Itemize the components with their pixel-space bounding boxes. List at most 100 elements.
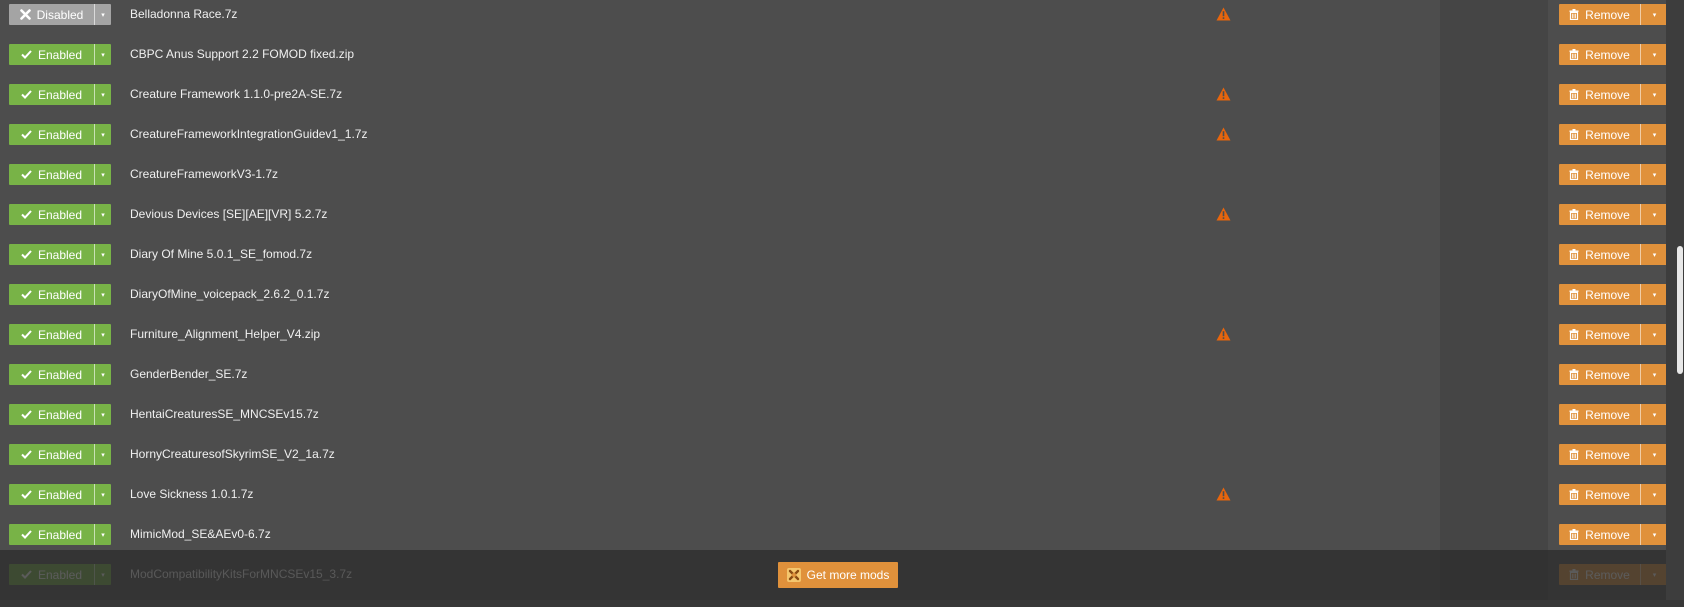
enabled-toggle-button[interactable]: Enabled ▾ xyxy=(9,284,111,305)
warning-icon[interactable] xyxy=(1216,207,1231,221)
remove-dropdown-caret[interactable]: ▾ xyxy=(1641,44,1668,65)
warning-icon[interactable] xyxy=(1216,327,1231,341)
status-dropdown-caret[interactable]: ▾ xyxy=(95,244,111,265)
remove-button[interactable]: Remove ▾ xyxy=(1559,84,1668,105)
mod-row[interactable]: Enabled ▾ HornyCreaturesofSkyrimSE_V2_1a… xyxy=(0,434,1668,474)
remove-action[interactable]: Remove xyxy=(1559,404,1640,425)
remove-dropdown-caret[interactable]: ▾ xyxy=(1641,404,1668,425)
status-toggle[interactable]: Enabled xyxy=(9,164,94,185)
remove-button[interactable]: Remove ▾ xyxy=(1559,444,1668,465)
remove-action[interactable]: Remove xyxy=(1559,364,1640,385)
remove-dropdown-caret[interactable]: ▾ xyxy=(1641,484,1668,505)
mod-row[interactable]: Enabled ▾ CreatureFrameworkIntegrationGu… xyxy=(0,114,1668,154)
enabled-toggle-button[interactable]: Enabled ▾ xyxy=(9,244,111,265)
remove-button[interactable]: Remove ▾ xyxy=(1559,364,1668,385)
warning-icon[interactable] xyxy=(1216,7,1231,21)
enabled-toggle-button[interactable]: Enabled ▾ xyxy=(9,324,111,345)
mod-row[interactable]: Enabled ▾ CBPC Anus Support 2.2 FOMOD fi… xyxy=(0,34,1668,74)
status-toggle[interactable]: Enabled xyxy=(9,124,94,145)
status-dropdown-caret[interactable]: ▾ xyxy=(95,484,111,505)
remove-button[interactable]: Remove ▾ xyxy=(1559,164,1668,185)
status-toggle[interactable]: Enabled xyxy=(9,484,94,505)
status-dropdown-caret[interactable]: ▾ xyxy=(95,364,111,385)
remove-action[interactable]: Remove xyxy=(1559,204,1640,225)
status-dropdown-caret[interactable]: ▾ xyxy=(95,284,111,305)
status-dropdown-caret[interactable]: ▾ xyxy=(95,164,111,185)
status-toggle[interactable]: Enabled xyxy=(9,44,94,65)
enabled-toggle-button[interactable]: Enabled ▾ xyxy=(9,84,111,105)
remove-action[interactable]: Remove xyxy=(1559,284,1640,305)
remove-action[interactable]: Remove xyxy=(1559,124,1640,145)
warning-icon[interactable] xyxy=(1216,87,1231,101)
status-dropdown-caret[interactable]: ▾ xyxy=(95,44,111,65)
remove-action[interactable]: Remove xyxy=(1559,444,1640,465)
status-toggle[interactable]: Enabled xyxy=(9,364,94,385)
remove-action[interactable]: Remove xyxy=(1559,324,1640,345)
warning-icon[interactable] xyxy=(1216,127,1231,141)
remove-dropdown-caret[interactable]: ▾ xyxy=(1641,324,1668,345)
remove-action[interactable]: Remove xyxy=(1559,164,1640,185)
remove-action[interactable]: Remove xyxy=(1559,524,1640,545)
get-more-mods-button[interactable]: Get more mods xyxy=(778,562,898,588)
status-dropdown-caret[interactable]: ▾ xyxy=(95,404,111,425)
enabled-toggle-button[interactable]: Enabled ▾ xyxy=(9,204,111,225)
remove-action[interactable]: Remove xyxy=(1559,484,1640,505)
scrollbar-thumb[interactable] xyxy=(1677,246,1683,374)
remove-button[interactable]: Remove ▾ xyxy=(1559,324,1668,345)
status-toggle[interactable]: Enabled xyxy=(9,444,94,465)
remove-button[interactable]: Remove ▾ xyxy=(1559,124,1668,145)
enabled-toggle-button[interactable]: Enabled ▾ xyxy=(9,124,111,145)
mod-row[interactable]: Enabled ▾ Diary Of Mine 5.0.1_SE_fomod.7… xyxy=(0,234,1668,274)
status-dropdown-caret[interactable]: ▾ xyxy=(95,444,111,465)
remove-button[interactable]: Remove ▾ xyxy=(1559,404,1668,425)
status-toggle[interactable]: Enabled xyxy=(9,284,94,305)
enabled-toggle-button[interactable]: Enabled ▾ xyxy=(9,404,111,425)
remove-dropdown-caret[interactable]: ▾ xyxy=(1641,524,1668,545)
remove-dropdown-caret[interactable]: ▾ xyxy=(1641,204,1668,225)
disabled-toggle-button[interactable]: Disabled ▾ xyxy=(9,4,111,25)
status-dropdown-caret[interactable]: ▾ xyxy=(95,204,111,225)
mod-row[interactable]: Enabled ▾ HentaiCreaturesSE_MNCSEv15.7z … xyxy=(0,394,1668,434)
warning-icon[interactable] xyxy=(1216,487,1231,501)
status-toggle[interactable]: Disabled xyxy=(9,4,94,25)
enabled-toggle-button[interactable]: Enabled ▾ xyxy=(9,524,111,545)
remove-dropdown-caret[interactable]: ▾ xyxy=(1641,284,1668,305)
enabled-toggle-button[interactable]: Enabled ▾ xyxy=(9,444,111,465)
status-dropdown-caret[interactable]: ▾ xyxy=(95,124,111,145)
status-toggle[interactable]: Enabled xyxy=(9,524,94,545)
status-toggle[interactable]: Enabled xyxy=(9,324,94,345)
remove-button[interactable]: Remove ▾ xyxy=(1559,524,1668,545)
remove-dropdown-caret[interactable]: ▾ xyxy=(1641,84,1668,105)
remove-button[interactable]: Remove ▾ xyxy=(1559,244,1668,265)
enabled-toggle-button[interactable]: Enabled ▾ xyxy=(9,44,111,65)
status-toggle[interactable]: Enabled xyxy=(9,84,94,105)
status-dropdown-caret[interactable]: ▾ xyxy=(95,324,111,345)
remove-dropdown-caret[interactable]: ▾ xyxy=(1641,244,1668,265)
enabled-toggle-button[interactable]: Enabled ▾ xyxy=(9,484,111,505)
status-dropdown-caret[interactable]: ▾ xyxy=(95,84,111,105)
remove-dropdown-caret[interactable]: ▾ xyxy=(1641,164,1668,185)
status-toggle[interactable]: Enabled xyxy=(9,204,94,225)
remove-button[interactable]: Remove ▾ xyxy=(1559,204,1668,225)
remove-dropdown-caret[interactable]: ▾ xyxy=(1641,364,1668,385)
mod-row[interactable]: Enabled ▾ Love Sickness 1.0.1.7z Remove … xyxy=(0,474,1668,514)
remove-action[interactable]: Remove xyxy=(1559,244,1640,265)
mod-row[interactable]: Enabled ▾ DiaryOfMine_voicepack_2.6.2_0.… xyxy=(0,274,1668,314)
remove-action[interactable]: Remove xyxy=(1559,44,1640,65)
enabled-toggle-button[interactable]: Enabled ▾ xyxy=(9,164,111,185)
remove-action[interactable]: Remove xyxy=(1559,4,1640,25)
remove-dropdown-caret[interactable]: ▾ xyxy=(1641,124,1668,145)
enabled-toggle-button[interactable]: Enabled ▾ xyxy=(9,364,111,385)
mod-row[interactable]: Enabled ▾ GenderBender_SE.7z Remove ▾ xyxy=(0,354,1668,394)
remove-dropdown-caret[interactable]: ▾ xyxy=(1641,4,1668,25)
remove-button[interactable]: Remove ▾ xyxy=(1559,44,1668,65)
mod-row[interactable]: Enabled ▾ MimicMod_SE&AEv0-6.7z Remove ▾ xyxy=(0,514,1668,554)
remove-button[interactable]: Remove ▾ xyxy=(1559,484,1668,505)
remove-dropdown-caret[interactable]: ▾ xyxy=(1641,444,1668,465)
mod-row[interactable]: Enabled ▾ Devious Devices [SE][AE][VR] 5… xyxy=(0,194,1668,234)
mod-row[interactable]: Enabled ▾ Furniture_Alignment_Helper_V4.… xyxy=(0,314,1668,354)
status-dropdown-caret[interactable]: ▾ xyxy=(95,524,111,545)
status-toggle[interactable]: Enabled xyxy=(9,404,94,425)
status-toggle[interactable]: Enabled xyxy=(9,244,94,265)
remove-action[interactable]: Remove xyxy=(1559,84,1640,105)
